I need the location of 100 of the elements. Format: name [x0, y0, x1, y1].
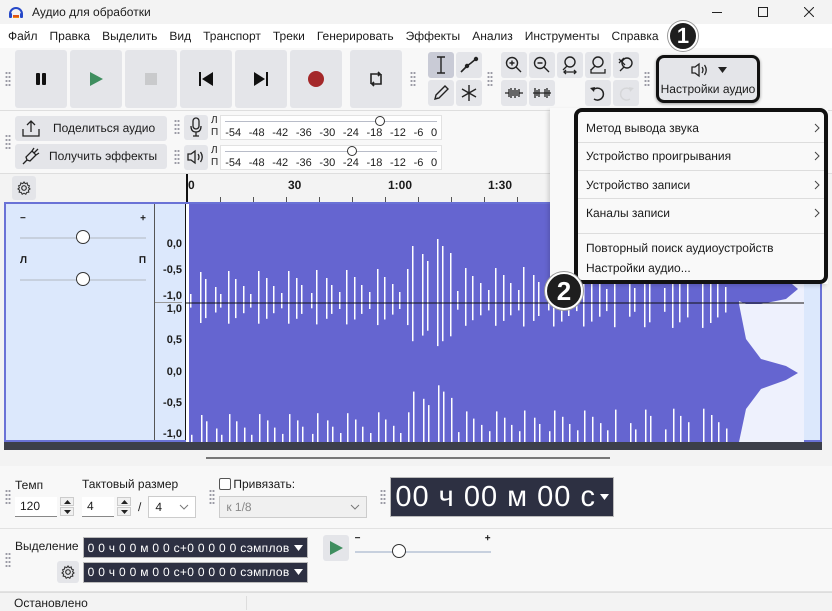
audio-setup-button[interactable]: Настройки аудио — [656, 55, 760, 103]
tempo-field[interactable]: 120 — [15, 496, 57, 516]
tick-label: -6 — [414, 156, 424, 168]
zoom-tool-button[interactable] — [557, 52, 583, 78]
record-meter-button[interactable] — [184, 114, 208, 140]
grip-handle[interactable] — [174, 119, 180, 135]
menu-item[interactable]: Анализ — [466, 24, 519, 48]
amplitude-label: -1,0 — [162, 428, 182, 440]
menu-item[interactable]: Генерировать — [310, 24, 400, 48]
time-display[interactable]: 00 ч 00 м 00 с — [390, 477, 614, 517]
slider-thumb[interactable] — [392, 544, 406, 558]
caret-down-icon — [718, 67, 726, 73]
slider-thumb[interactable] — [374, 116, 385, 126]
menu-item[interactable]: Справка — [606, 24, 665, 48]
menu-item[interactable]: Вид — [163, 24, 198, 48]
menu-item[interactable]: Устройство записи — [578, 170, 824, 198]
zoom-tool-button[interactable] — [613, 52, 639, 78]
menu-item[interactable]: Устройство проигрывания — [578, 142, 824, 170]
selection-start-field[interactable]: 0 0 ч 0 0 м 0 0 с+0 0 0 0 0 сэмплов — [82, 537, 308, 558]
gain-slider[interactable] — [20, 230, 146, 242]
zoom-tool-button[interactable] — [501, 80, 527, 106]
selection-end-field[interactable]: 0 0 ч 0 0 м 0 0 с+0 0 0 0 0 сэмплов — [82, 562, 308, 582]
record-button[interactable] — [290, 50, 342, 108]
tick-label: -36 — [296, 156, 312, 168]
menu-item[interactable]: Каналы записи — [578, 199, 824, 227]
speed-slider[interactable] — [354, 544, 491, 556]
tool-button[interactable] — [428, 52, 454, 78]
menu-item[interactable]: Выделить — [96, 24, 164, 48]
amplitude-label: 0,0 — [166, 238, 182, 250]
envelope-icon — [459, 55, 479, 75]
grip-handle[interactable] — [5, 552, 11, 568]
snap-label: Привязать: — [233, 476, 296, 490]
skip-start-button[interactable] — [180, 50, 232, 108]
loop-icon — [368, 70, 384, 88]
tick-label: -42 — [272, 156, 288, 168]
level-meter[interactable]: -54 -48 -42 -36 -30 -24 -18 -12 -6 0 — [220, 114, 442, 140]
share-audio-button[interactable]: Поделиться аудио — [15, 116, 167, 140]
menu-item[interactable]: Правка — [44, 24, 96, 48]
zoom-tool-button[interactable] — [529, 52, 555, 78]
speaker-icon — [690, 62, 710, 78]
grip-handle[interactable] — [644, 71, 650, 87]
undo-button[interactable] — [585, 80, 611, 106]
pause-icon — [34, 72, 48, 86]
spin-up-button[interactable] — [60, 497, 74, 506]
zoom-tool-button[interactable] — [585, 52, 611, 78]
loop-button[interactable] — [350, 50, 402, 108]
get-effects-button[interactable]: Получить эффекты — [15, 144, 167, 168]
menu-item[interactable]: Файл — [2, 24, 44, 48]
slider-thumb[interactable] — [76, 230, 90, 244]
speed-minus-label: − — [354, 534, 360, 544]
grip-handle[interactable] — [174, 149, 180, 165]
pause-button[interactable] — [15, 50, 67, 108]
spin-down-button[interactable] — [117, 507, 131, 516]
pan-right-label: П — [138, 256, 146, 266]
note-value-dropdown[interactable]: 4 — [148, 496, 196, 518]
grip-handle[interactable] — [487, 71, 493, 87]
menu-item[interactable]: Метод вывода звука — [578, 114, 824, 142]
grip-handle[interactable] — [209, 489, 216, 505]
spin-up-button[interactable] — [117, 497, 131, 506]
tick-label: -6 — [414, 126, 424, 138]
channel-label: П — [211, 127, 218, 139]
tool-button[interactable] — [456, 80, 482, 106]
tick-label: -18 — [366, 126, 382, 138]
skip-to-start-icon — [198, 72, 214, 86]
microphone-icon — [189, 117, 203, 137]
tool-button[interactable] — [456, 52, 482, 78]
slider-thumb[interactable] — [347, 146, 358, 156]
slider-thumb[interactable] — [76, 272, 90, 286]
tick-label: -12 — [390, 126, 406, 138]
snap-checkbox[interactable] — [219, 478, 232, 490]
pan-slider[interactable] — [20, 272, 146, 284]
pan-left-label: Л — [20, 256, 28, 266]
grip-handle[interactable] — [380, 489, 386, 505]
tool-button[interactable] — [428, 80, 454, 106]
caret-down-icon — [120, 510, 128, 514]
menu-item[interactable]: Эффекты — [400, 24, 466, 48]
grip-handle[interactable] — [5, 489, 11, 505]
zoom-tool-button[interactable] — [501, 52, 527, 78]
selection-label: Выделение — [15, 539, 79, 553]
menu-item[interactable]: Треки — [266, 24, 311, 48]
settings-button[interactable] — [12, 176, 36, 200]
zoom-tool-button[interactable] — [529, 80, 555, 106]
settings-button[interactable] — [56, 561, 79, 583]
grip-handle[interactable] — [410, 71, 416, 87]
play-at-speed-button[interactable] — [322, 535, 349, 561]
spin-down-button[interactable] — [60, 507, 74, 516]
playback-meter-button[interactable] — [184, 144, 208, 170]
level-meter[interactable]: -54 -48 -42 -36 -30 -24 -18 -12 -6 0 — [220, 144, 442, 170]
tick-label: -54 — [225, 126, 242, 138]
menu-item[interactable]: Транспорт — [197, 24, 267, 48]
menu-item[interactable]: Инструменты — [518, 24, 606, 48]
grip-handle[interactable] — [5, 134, 11, 150]
caret-up-icon — [120, 500, 128, 504]
tick-label: -12 — [390, 156, 406, 168]
chevron-right-icon — [814, 208, 820, 218]
scrollbar[interactable] — [206, 457, 310, 459]
grip-handle[interactable] — [5, 71, 11, 87]
skip-end-button[interactable] — [235, 50, 287, 108]
menu-item[interactable]: Повторный поиск аудиоустройств — [578, 238, 824, 258]
beats-field[interactable]: 4 — [82, 496, 114, 516]
